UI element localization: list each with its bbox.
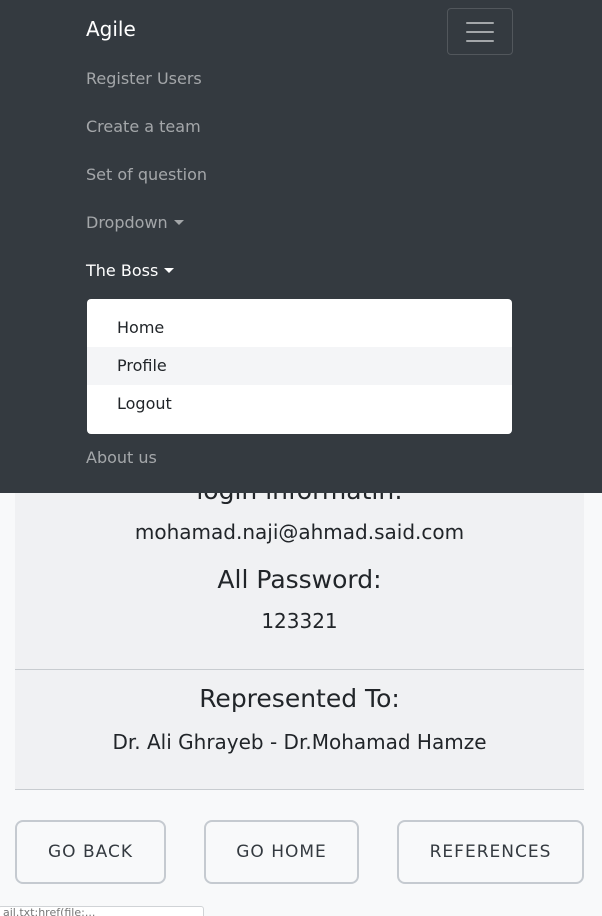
nav-label: About us (86, 448, 157, 467)
caret-down-icon (173, 220, 184, 225)
hamburger-icon (466, 30, 494, 33)
nav-create-team[interactable]: Create a team (86, 117, 201, 136)
go-back-button[interactable]: GO BACK (15, 820, 166, 884)
go-home-button[interactable]: GO HOME (204, 820, 359, 884)
credits-panel: login informatin: mohamad.naji@ahmad.sai… (15, 460, 584, 790)
user-dropdown-menu: Home Profile Logout (87, 299, 512, 434)
password-heading: All Password: (217, 565, 382, 594)
divider (15, 789, 584, 790)
represented-heading: Represented To: (199, 684, 400, 713)
brand-logo[interactable]: Agile (86, 17, 136, 41)
email-text: mohamad.naji@ahmad.said.com (134, 520, 465, 544)
status-bar: ail.txt:href(file:... (0, 906, 204, 916)
dropdown-item-profile[interactable]: Profile (87, 347, 512, 385)
navbar: Agile Register Users Create a team Set o… (0, 0, 602, 493)
nav-label: Register Users (86, 69, 202, 88)
nav-set-of-question[interactable]: Set of question (86, 165, 207, 184)
navbar-toggle-button[interactable] (447, 8, 513, 55)
divider (15, 669, 584, 670)
hamburger-icon (466, 39, 494, 42)
caret-down-icon (164, 268, 175, 273)
nav-dropdown[interactable]: Dropdown (86, 213, 184, 232)
nav-label: Set of question (86, 165, 207, 184)
dropdown-item-home[interactable]: Home (87, 309, 512, 347)
password-text: 123321 (261, 609, 338, 633)
references-button[interactable]: REFERENCES (397, 820, 584, 884)
hamburger-icon (466, 21, 494, 24)
represented-names: Dr. Ali Ghrayeb - Dr.Mohamad Hamze (112, 730, 487, 754)
nav-about-us[interactable]: About us (86, 448, 157, 467)
nav-register-users[interactable]: Register Users (86, 69, 202, 88)
nav-label: Dropdown (86, 213, 168, 232)
nav-label: Create a team (86, 117, 201, 136)
nav-user-menu[interactable]: The Boss (86, 261, 175, 280)
nav-label: The Boss (86, 261, 159, 280)
dropdown-item-logout[interactable]: Logout (87, 385, 512, 423)
